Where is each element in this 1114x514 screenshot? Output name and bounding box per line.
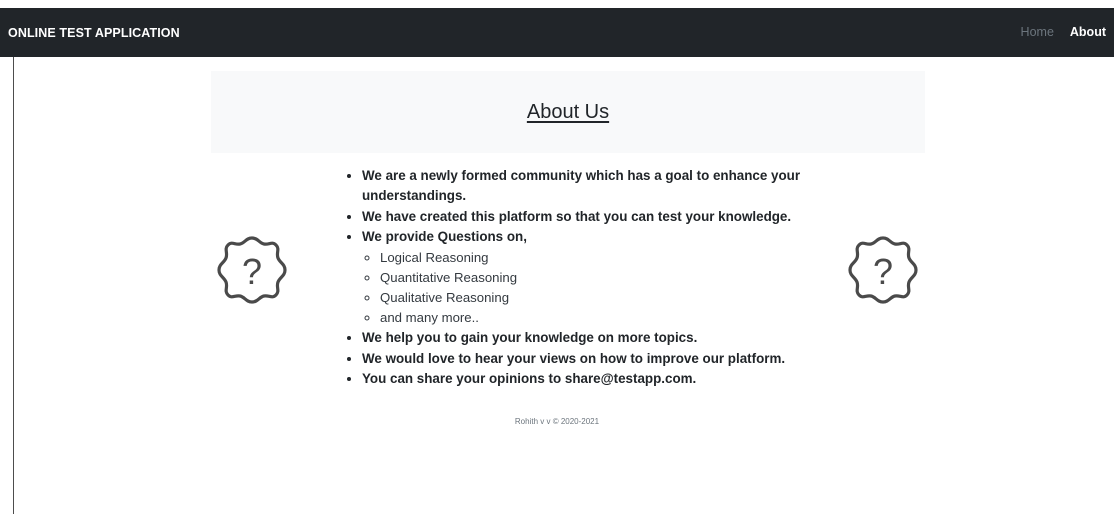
list-item-topics: We provide Questions on, Logical Reasoni…: [362, 227, 814, 328]
footer: Rohith v v © 2020-2021: [0, 417, 1114, 426]
list-item: We have created this platform so that yo…: [362, 207, 814, 227]
about-content: We are a newly formed community which ha…: [344, 166, 814, 390]
top-navbar: ONLINE TEST APPLICATION Home About: [0, 8, 1114, 57]
list-item: We are a newly formed community which ha…: [362, 166, 814, 207]
footer-copyright: Rohith v v © 2020-2021: [514, 417, 600, 426]
topic-item: and many more..: [380, 308, 814, 328]
list-item: We would love to hear your views on how …: [362, 349, 814, 369]
topic-item: Qualitative Reasoning: [380, 288, 814, 308]
svg-text:?: ?: [873, 251, 893, 292]
topic-item: Quantitative Reasoning: [380, 268, 814, 288]
brand-link[interactable]: ONLINE TEST APPLICATION: [8, 26, 180, 40]
question-badge-icon: ?: [843, 232, 923, 312]
list-item: You can share your opinions to share@tes…: [362, 369, 814, 389]
about-hero: About Us: [211, 71, 925, 153]
topic-item: Logical Reasoning: [380, 248, 814, 268]
nav-link-home[interactable]: Home: [1021, 25, 1054, 39]
about-list: We are a newly formed community which ha…: [344, 166, 814, 390]
nav-link-about[interactable]: About: [1070, 25, 1106, 39]
page-title: About Us: [526, 100, 610, 123]
question-badge-icon: ?: [212, 232, 292, 312]
list-item-text: We provide Questions on,: [362, 229, 527, 245]
nav-links: Home About: [1021, 25, 1106, 39]
topics-list: Logical Reasoning Quantitative Reasoning…: [362, 248, 814, 329]
svg-text:?: ?: [242, 251, 262, 292]
list-item: We help you to gain your knowledge on mo…: [362, 328, 814, 348]
window-edge: [13, 57, 14, 514]
